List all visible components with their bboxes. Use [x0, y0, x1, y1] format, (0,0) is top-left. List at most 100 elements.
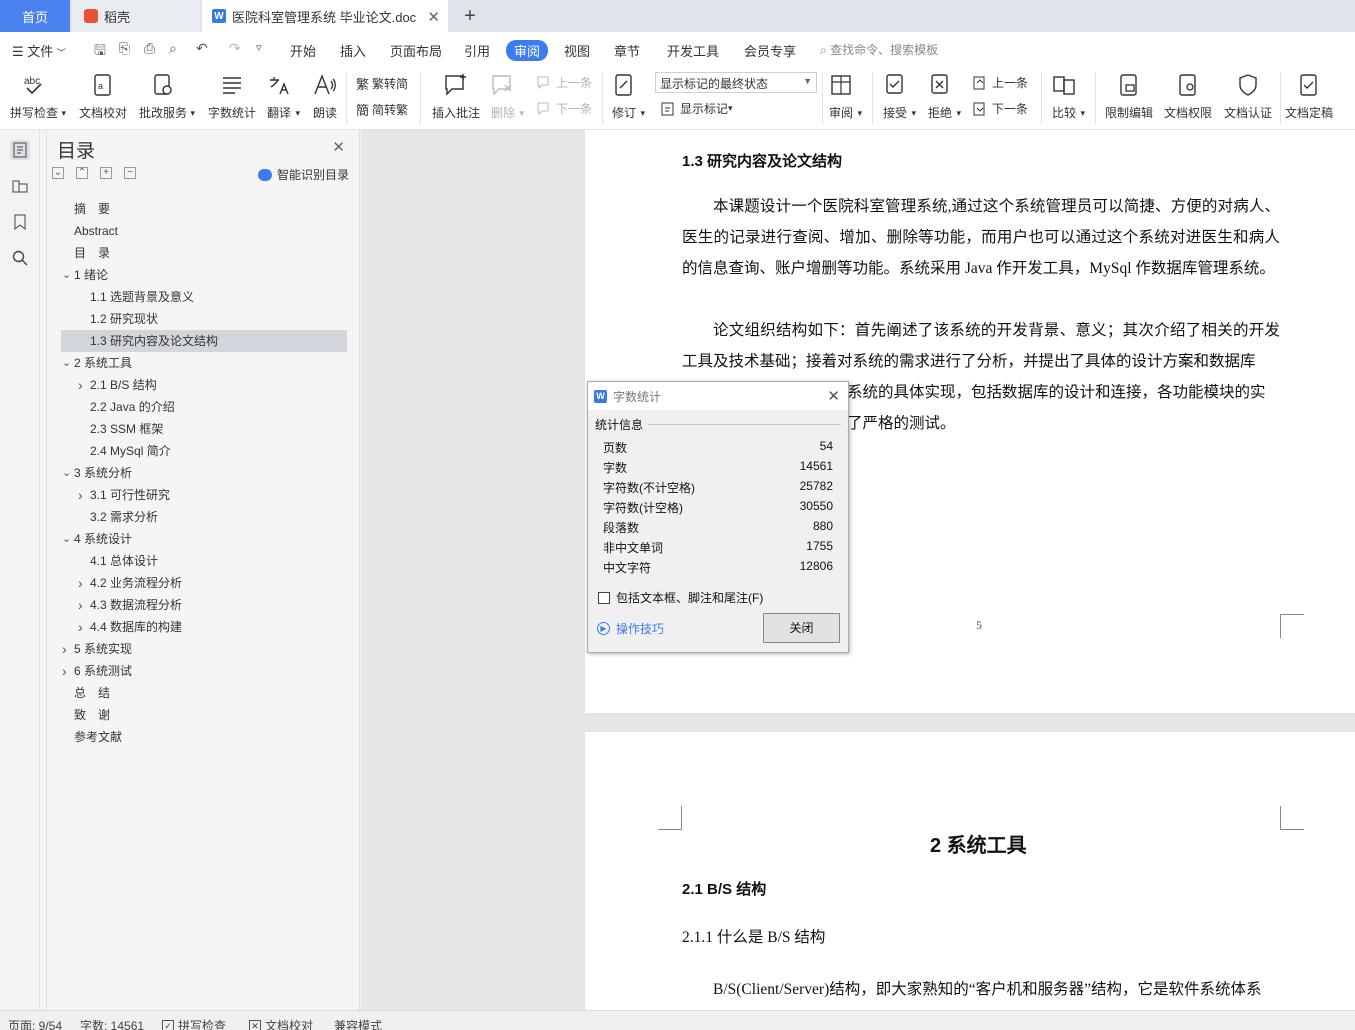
new-tab-plus-icon[interactable]: + — [458, 0, 482, 32]
checkbox-box[interactable] — [598, 591, 610, 604]
prev-change-button[interactable]: 上一条 — [972, 74, 1028, 91]
chevron-down-icon[interactable]: ⌄ — [62, 462, 71, 484]
word-count-button[interactable]: 字数统计 — [208, 72, 256, 121]
chapter-nav-icon[interactable] — [10, 176, 30, 196]
toc-item[interactable]: 1.1 选题背景及意义 — [61, 286, 347, 308]
page-indicator[interactable]: 页面: 9/54 — [8, 1017, 62, 1030]
dropdown-arrow-icon[interactable]: ▾ — [1080, 108, 1085, 119]
toc-item[interactable]: Abstract — [61, 220, 347, 242]
file-menu[interactable]: ☰ 文件 ﹀ — [12, 41, 66, 60]
toc-item[interactable]: ⌄ 1 绪论 — [61, 264, 347, 286]
close-button[interactable]: 关闭 — [763, 613, 840, 643]
chevron-right-icon[interactable]: › — [78, 484, 83, 506]
tips-link[interactable]: ▶ 操作技巧 — [597, 620, 664, 637]
toc-item[interactable]: ⌄ 2 系统工具 — [61, 352, 347, 374]
toc-item[interactable]: 目 录 — [61, 242, 347, 264]
export-icon[interactable]: ⎘ — [119, 40, 130, 57]
toc-item[interactable]: 参考文献 — [61, 726, 347, 748]
review-pane-button[interactable]: 审阅 ▾ — [828, 72, 862, 121]
revise-service-button[interactable]: 批改服务 ▾ — [139, 72, 195, 121]
menu-tab-start[interactable]: 开始 — [290, 41, 316, 60]
tab-document[interactable]: W 医院科室管理系统 毕业论文.doc ✕ — [202, 0, 448, 32]
chevron-right-icon[interactable]: › — [62, 638, 67, 660]
document-canvas[interactable]: 1.3 研究内容及论文结构 本课题设计一个医院科室管理系统,通过这个系统管理员可… — [361, 130, 1355, 1010]
dropdown-arrow-icon[interactable]: ▾ — [519, 108, 524, 119]
restrict-edit-button[interactable]: 限制编辑 — [1105, 72, 1153, 121]
menu-tab-reference[interactable]: 引用 — [464, 41, 490, 60]
word-count-indicator[interactable]: 字数: 14561 — [80, 1017, 144, 1030]
menu-tab-member[interactable]: 会员专享 — [744, 41, 796, 60]
toc-item[interactable]: 2.4 MySql 简介 — [61, 440, 347, 462]
reject-button[interactable]: 拒绝 ▾ — [927, 72, 961, 121]
compare-button[interactable]: 比较 ▾ — [1051, 72, 1085, 121]
translate-button[interactable]: 翻译 ▾ — [266, 72, 300, 121]
expand-up-icon[interactable]: ⌃ — [76, 167, 88, 179]
spell-check-toggle[interactable]: ✓ 拼写检查 — [162, 1017, 226, 1030]
doc-finalize-button[interactable]: 文档定稿 — [1285, 72, 1333, 121]
spell-check-button[interactable]: abc 拼写检查 ▾ — [10, 72, 66, 121]
chevron-down-icon[interactable]: ⌄ — [62, 528, 71, 550]
markup-state-select[interactable]: 显示标记的最终状态 ▼ — [655, 72, 817, 93]
search-icon[interactable] — [10, 248, 30, 268]
show-markup-button[interactable]: 显示标记 ▾ — [660, 100, 733, 117]
toc-item[interactable]: 3.2 需求分析 — [61, 506, 347, 528]
close-icon[interactable]: ✕ — [332, 138, 345, 156]
toc-item[interactable]: ⌄ 3 系统分析 — [61, 462, 347, 484]
toc-item[interactable]: › 5 系统实现 — [61, 638, 347, 660]
chevron-right-icon[interactable]: › — [78, 594, 83, 616]
tab-home[interactable]: 首页 — [0, 0, 70, 32]
dropdown-arrow-icon[interactable]: ▾ — [911, 108, 916, 119]
toc-item[interactable]: 4.1 总体设计 — [61, 550, 347, 572]
dropdown-arrow-icon[interactable]: ▾ — [640, 108, 645, 119]
dialog-titlebar[interactable]: W 字数统计 ✕ — [588, 382, 848, 410]
chevron-right-icon[interactable]: › — [62, 660, 67, 682]
include-textbox-checkbox[interactable]: 包括文本框、脚注和尾注(F) — [598, 589, 763, 606]
dropdown-arrow-icon[interactable]: ▾ — [190, 108, 195, 119]
menu-tab-view[interactable]: 视图 — [564, 41, 590, 60]
menu-tab-devtools[interactable]: 开发工具 — [667, 41, 719, 60]
doc-certify-button[interactable]: 文档认证 — [1224, 72, 1272, 121]
add-level-icon[interactable]: + — [100, 167, 112, 179]
toc-item[interactable]: › 6 系统测试 — [61, 660, 347, 682]
command-search[interactable]: ⌕ 查找命令、搜索模板 — [820, 41, 938, 58]
bookmark-icon[interactable] — [10, 212, 30, 232]
chevron-right-icon[interactable]: › — [78, 572, 83, 594]
delete-comment-button[interactable]: 删除 ▾ — [490, 72, 524, 121]
document-page[interactable]: 2 系统工具 2.1 B/S 结构 2.1.1 什么是 B/S 结构 B/S(C… — [585, 732, 1355, 1010]
chevron-down-icon[interactable]: ⌄ — [62, 352, 71, 374]
tab-close-icon[interactable]: ✕ — [427, 8, 440, 26]
toc-item[interactable]: 1.3 研究内容及论文结构 — [61, 330, 347, 352]
track-changes-button[interactable]: 修订 ▾ — [611, 72, 645, 121]
toc-item[interactable]: 摘 要 — [61, 198, 347, 220]
toc-item[interactable]: › 2.1 B/S 结构 — [61, 374, 347, 396]
toc-item[interactable]: › 4.4 数据库的构建 — [61, 616, 347, 638]
toc-item[interactable]: 致 谢 — [61, 704, 347, 726]
prev-comment-button[interactable]: 上一条 — [536, 74, 592, 91]
toc-panel-icon[interactable] — [10, 140, 30, 160]
chevron-down-icon[interactable]: ⌄ — [62, 264, 71, 286]
accept-button[interactable]: 接受 ▾ — [882, 72, 916, 121]
print-icon[interactable]: ⎙ — [144, 40, 155, 57]
tab-daoke[interactable]: 稻壳 — [72, 0, 200, 32]
dropdown-arrow-icon[interactable]: ▾ — [295, 108, 300, 119]
chevron-right-icon[interactable]: › — [78, 374, 83, 396]
toc-item[interactable]: ⌄ 4 系统设计 — [61, 528, 347, 550]
menu-tab-chapter[interactable]: 章节 — [614, 41, 640, 60]
doc-permission-button[interactable]: 文档权限 — [1164, 72, 1212, 121]
dropdown-arrow-icon[interactable]: ▾ — [61, 108, 66, 119]
menu-tab-layout[interactable]: 页面布局 — [390, 41, 442, 60]
next-change-button[interactable]: 下一条 — [972, 100, 1028, 117]
doc-check-button[interactable]: a 文档校对 — [79, 72, 127, 121]
dropdown-arrow-icon[interactable]: ▾ — [956, 108, 961, 119]
to-traditional-button[interactable]: 繁繁转简 — [356, 74, 408, 93]
insert-comment-button[interactable]: 插入批注 — [432, 72, 480, 121]
next-comment-button[interactable]: 下一条 — [536, 100, 592, 117]
collapse-all-icon[interactable]: ⌄ — [52, 167, 64, 179]
redo-icon[interactable]: ↷ — [229, 40, 241, 57]
doc-check-toggle[interactable]: ✕ 文档校对 — [249, 1017, 313, 1030]
dropdown-arrow-icon[interactable]: ▾ — [728, 103, 733, 114]
toc-item[interactable]: 总 结 — [61, 682, 347, 704]
print-preview-icon[interactable]: ⌕ — [169, 40, 177, 57]
read-aloud-button[interactable]: 朗读 — [312, 72, 338, 121]
toc-item[interactable]: 2.2 Java 的介绍 — [61, 396, 347, 418]
